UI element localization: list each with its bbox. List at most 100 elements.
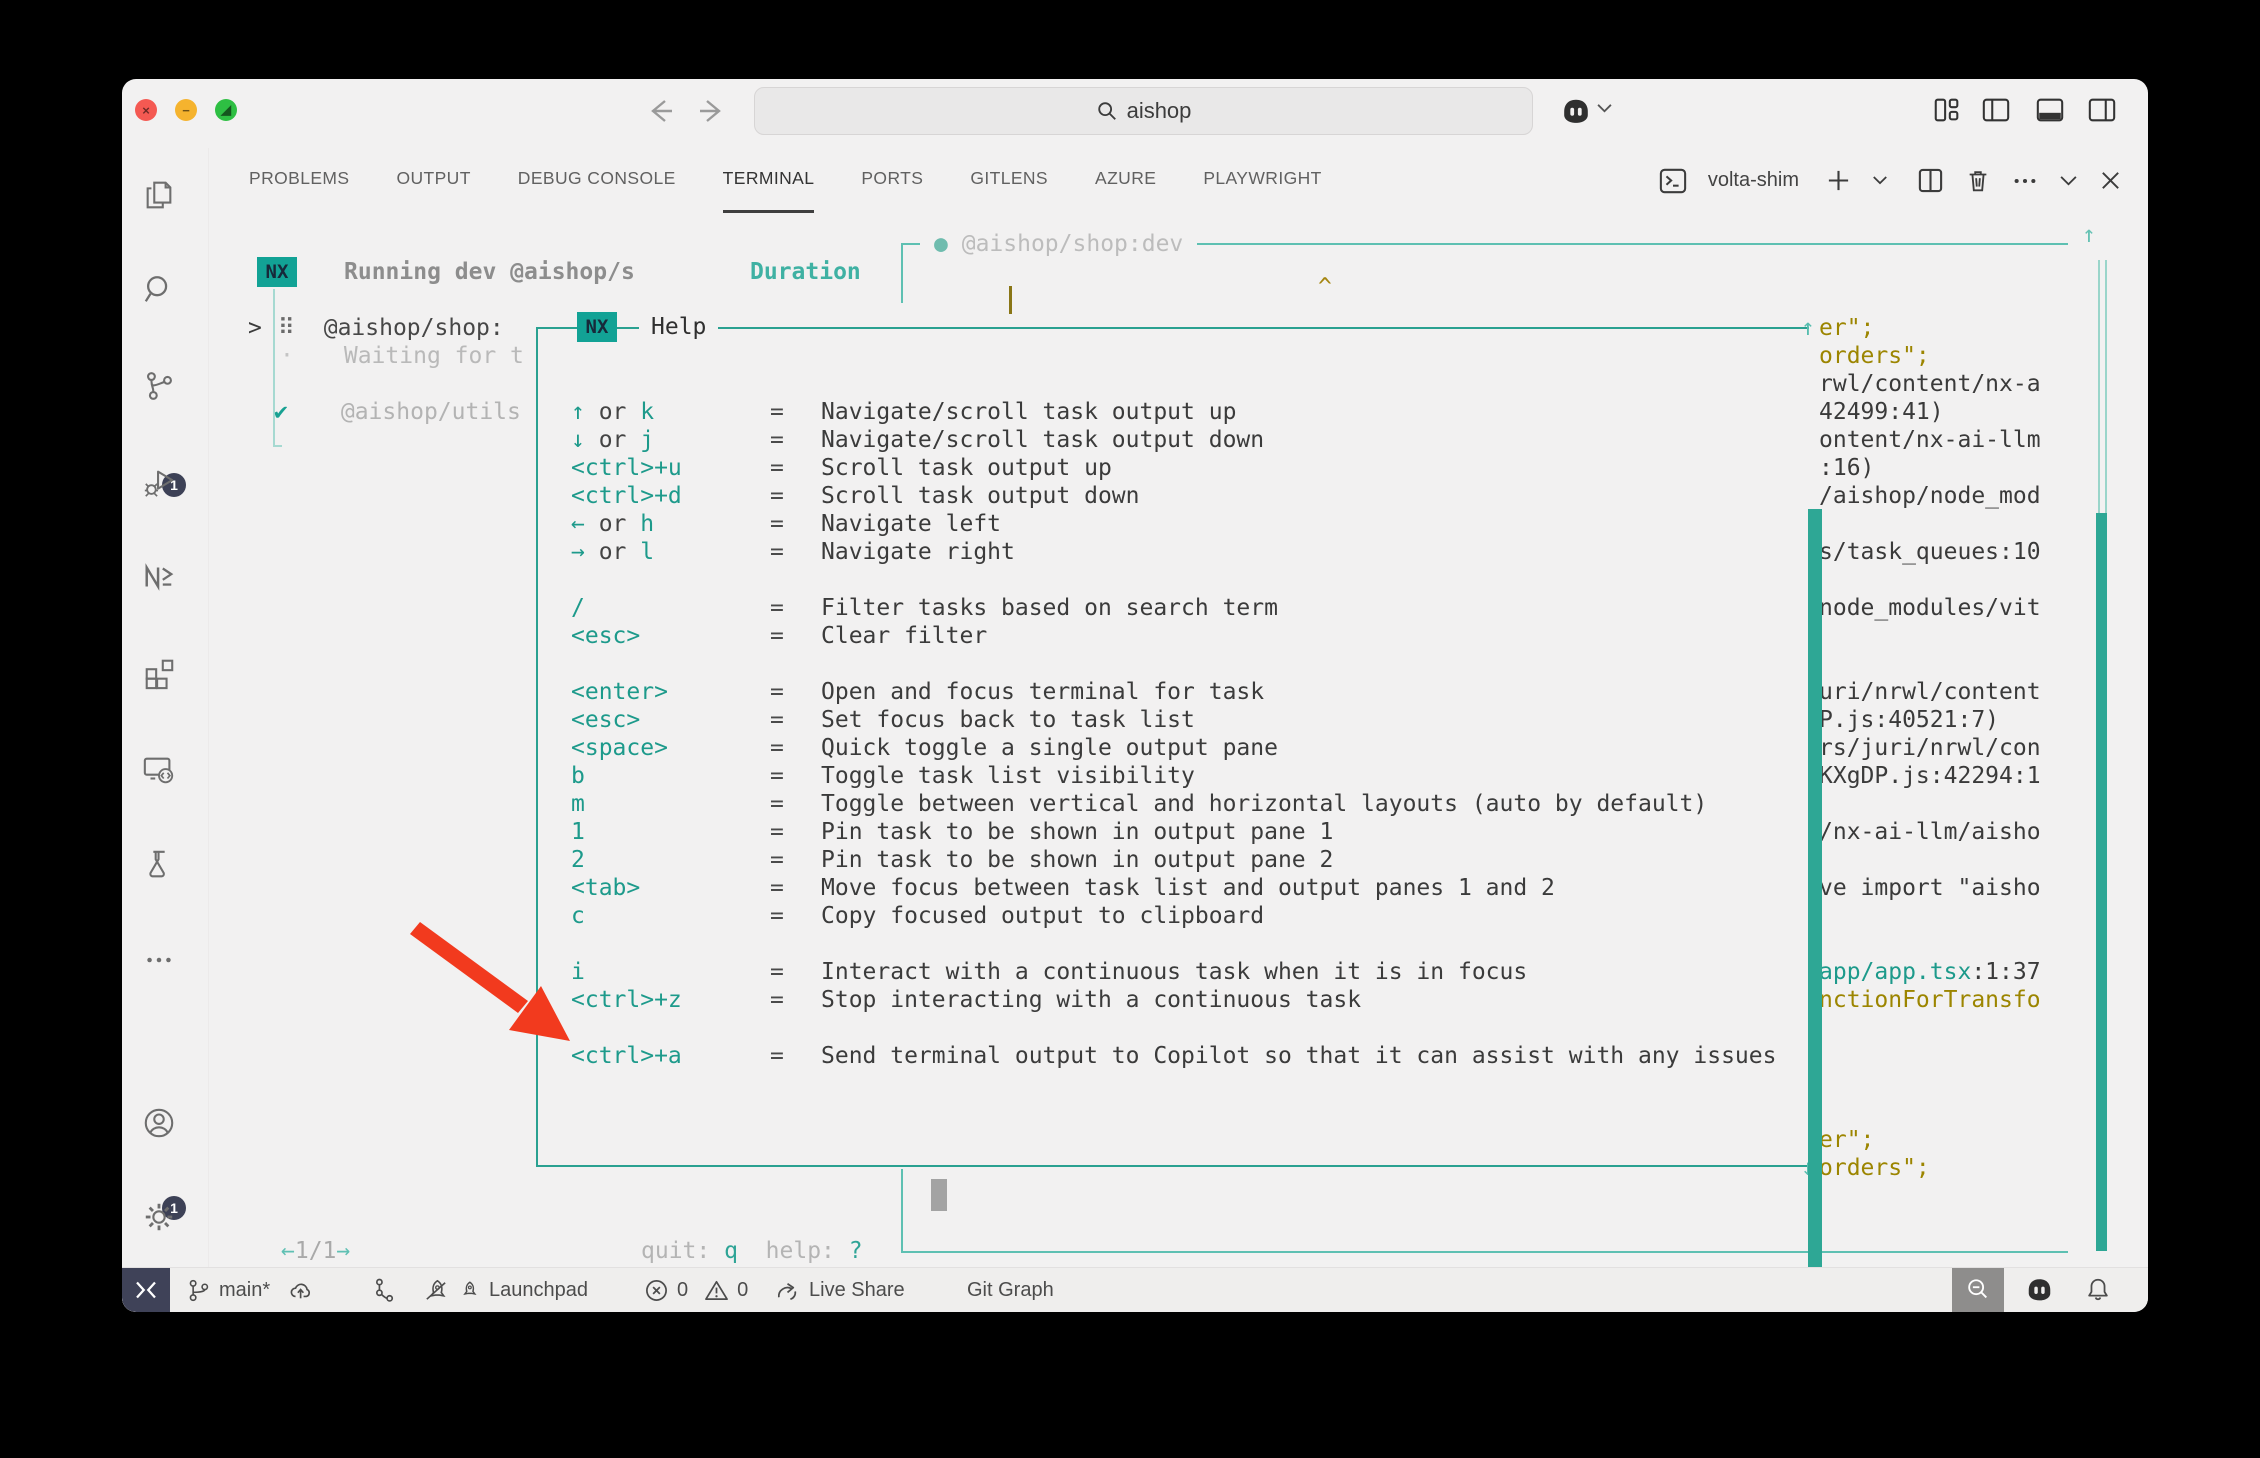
output-line (1819, 1070, 2041, 1098)
errors-icon (644, 1278, 669, 1303)
pane2-left-border-bottom (901, 1169, 903, 1253)
copilot-menu-icon[interactable] (1559, 95, 1593, 129)
output-line (1819, 622, 2041, 650)
duration-label: Duration (750, 258, 861, 286)
pipeline-item[interactable] (372, 1268, 398, 1312)
output-line: ontent/nx-ai-llm (1819, 426, 2041, 454)
output-line: :16) (1819, 454, 2041, 482)
help-row (571, 566, 1776, 594)
pager-right-arrow: → (336, 1238, 350, 1264)
output-line (1819, 790, 2041, 818)
quit-help-hint: quit: q help: ? (641, 1237, 863, 1265)
remote-indicator[interactable] (122, 1268, 170, 1312)
more-actions-icon[interactable] (2012, 168, 2038, 194)
live-share-icon (774, 1277, 801, 1304)
panel-tab[interactable]: GITLENS (970, 148, 1048, 213)
customize-layout-icon[interactable] (1932, 95, 1962, 125)
task-pager[interactable]: ←1/1→ (281, 1237, 350, 1265)
help-row: ↑ or k=Navigate/scroll task output up (571, 398, 1776, 426)
help-row: 2=Pin task to be shown in output pane 2 (571, 846, 1776, 874)
help-shortcut-list: ↑ or k=Navigate/scroll task output up ↓ … (571, 398, 1776, 1070)
hide-panel-chevron-icon[interactable] (2059, 175, 2078, 187)
right-scrollbar-thumb[interactable] (2096, 513, 2107, 1251)
warnings-icon (704, 1278, 729, 1303)
launchpad-item[interactable]: Launchpad (422, 1268, 588, 1312)
panel-tab[interactable]: AZURE (1095, 148, 1156, 213)
task-list-row-done[interactable]: ✔@aishop/utils (274, 398, 521, 426)
git-branch-item[interactable]: main* (186, 1268, 316, 1312)
output-line: ve import "aisho (1819, 874, 2041, 902)
explorer-icon[interactable] (142, 178, 176, 212)
output-line (1819, 1014, 2041, 1042)
output-line: s/task_queues:10 (1819, 538, 2041, 566)
task-list-row[interactable]: >⠿@aishop/shop: (248, 314, 504, 342)
panel-controls: volta-shim (1659, 148, 2122, 213)
terminal-cursor (1009, 286, 1012, 314)
scroll-up-arrow[interactable]: ↑ (2082, 221, 2096, 249)
terminal-prompt-icon (1659, 167, 1687, 195)
output-line (1819, 1098, 2041, 1126)
branch-icon (186, 1278, 211, 1303)
notifications-bell-icon[interactable] (2084, 1268, 2112, 1312)
panel-tab[interactable]: PROBLEMS (249, 148, 349, 213)
help-box-bottom-border (536, 1165, 1809, 1167)
vscode-window: × − ◢ aishop (122, 79, 2148, 1312)
help-row: <esc>=Set focus back to task list (571, 706, 1776, 734)
output-line (1819, 846, 2041, 874)
terminal-profile-dropdown-icon[interactable] (1872, 175, 1888, 186)
output-scrollbar-thumb[interactable] (1808, 509, 1822, 1285)
terminal-instance-name[interactable]: volta-shim (1708, 169, 1799, 192)
chevron-down-icon[interactable] (1596, 103, 1613, 114)
back-arrow-icon[interactable] (645, 96, 675, 126)
kill-terminal-button[interactable] (1965, 168, 1991, 194)
help-row: /=Filter tasks based on search term (571, 594, 1776, 622)
panel-tab[interactable]: TERMINAL (723, 148, 815, 213)
git-graph-item[interactable]: Git Graph (967, 1268, 1054, 1312)
help-row: 1=Pin task to be shown in output pane 1 (571, 818, 1776, 846)
forward-arrow-icon[interactable] (697, 96, 727, 126)
help-row: b=Toggle task list visibility (571, 762, 1776, 790)
output-line (1819, 902, 2041, 930)
help-row: <ctrl>+z=Stop interacting with a continu… (571, 986, 1776, 1014)
pager-left-arrow: ← (281, 1238, 295, 1264)
pane2-header-label: ● @aishop/shop:dev (920, 230, 1197, 258)
toggle-panel-icon[interactable] (2035, 95, 2065, 125)
output-line: rwl/content/nx-a (1819, 370, 2041, 398)
minimize-window-button[interactable]: − (175, 99, 197, 121)
title-bar: × − ◢ aishop (122, 79, 2148, 148)
copilot-status-icon[interactable] (2024, 1268, 2055, 1312)
panel-tab[interactable]: PORTS (861, 148, 923, 213)
split-terminal-button[interactable] (1917, 167, 1944, 194)
panel-tab[interactable]: PLAYWRIGHT (1203, 148, 1321, 213)
output-line (1819, 930, 2041, 958)
command-center-search[interactable]: aishop (754, 87, 1533, 135)
close-window-button[interactable]: × (135, 99, 157, 121)
task-list-subrow: ·Waiting for t (280, 342, 524, 370)
help-row: <ctrl>+a=Send terminal output to Copilot… (571, 1042, 1776, 1070)
pane2-left-border-top (901, 243, 903, 303)
search-icon (1096, 100, 1118, 122)
toggle-sidebar-icon[interactable] (1981, 95, 2011, 125)
help-row: ↓ or j=Navigate/scroll task output down (571, 426, 1776, 454)
problems-item[interactable]: 0 0 (644, 1268, 748, 1312)
status-bar: main* Launchpad 0 0 Live Share Git Graph (122, 1267, 2148, 1312)
help-row: ← or h=Navigate left (571, 510, 1776, 538)
zoom-out-indicator[interactable] (1952, 1268, 2004, 1312)
toggle-secondary-sidebar-icon[interactable] (2087, 95, 2117, 125)
help-row: <space>=Quick toggle a single output pan… (571, 734, 1776, 762)
panel-tab[interactable]: DEBUG CONSOLE (518, 148, 676, 213)
runner-title: Running dev @aishop/s (344, 258, 635, 286)
terminal-content: NX Running dev @aishop/s Duration ● @ais… (122, 213, 2148, 1268)
help-box-top-border (536, 327, 1809, 329)
panel-tab[interactable]: OUTPUT (396, 148, 470, 213)
output-line: orders"; (1819, 342, 2041, 370)
output-line: /nx-ai-llm/aisho (1819, 818, 2041, 846)
help-row: <esc>=Clear filter (571, 622, 1776, 650)
zoom-window-button[interactable]: ◢ (215, 99, 237, 121)
new-terminal-button[interactable] (1826, 168, 1851, 193)
output-line: rs/juri/nrwl/con (1819, 734, 2041, 762)
live-share-item[interactable]: Live Share (774, 1268, 905, 1312)
help-row: → or l=Navigate right (571, 538, 1776, 566)
pane2-scrollbar-thumb[interactable] (931, 1179, 947, 1211)
close-panel-icon[interactable] (2099, 169, 2122, 192)
